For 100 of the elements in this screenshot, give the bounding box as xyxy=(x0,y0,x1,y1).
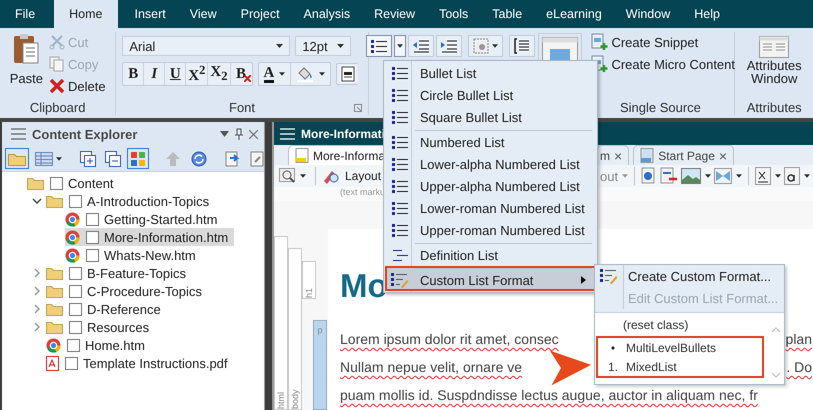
menu-item[interactable]: Circle Bullet List xyxy=(385,84,596,106)
expand-all-button[interactable] xyxy=(77,148,99,169)
menu-tab[interactable]: Help xyxy=(683,0,731,28)
menu-item[interactable]: Bullet List xyxy=(385,62,596,84)
image-icon[interactable] xyxy=(681,168,702,184)
menu-tab[interactable]: File xyxy=(4,0,46,28)
menu-tab[interactable]: Analysis xyxy=(292,0,362,28)
paragraph-text: plan xyxy=(786,331,812,347)
tree-item[interactable]: A-Introduction-Topics xyxy=(46,192,216,210)
color-grid-button[interactable] xyxy=(127,148,149,169)
close-button[interactable]: × xyxy=(614,148,622,164)
collapse-all-button[interactable] xyxy=(102,148,124,169)
close-icon[interactable] xyxy=(249,130,258,138)
structure-bar[interactable]: html xyxy=(274,236,288,410)
menu-item[interactable]: Upper-roman Numbered List xyxy=(385,219,596,241)
letter-icon[interactable] xyxy=(784,167,800,185)
caret-icon xyxy=(622,174,628,178)
outdent-button[interactable] xyxy=(408,35,434,57)
list-item[interactable]: (reset class) xyxy=(595,315,768,334)
tree-item[interactable]: Template Instructions.pdf xyxy=(46,354,234,372)
menu-tab[interactable]: Table xyxy=(481,0,534,28)
menu-tab[interactable]: Home xyxy=(54,0,118,28)
checkbox[interactable] xyxy=(69,302,82,316)
menu-tab[interactable]: Project xyxy=(230,0,291,28)
bowtie-icon[interactable] xyxy=(714,168,732,184)
variable-icon[interactable] xyxy=(755,167,772,185)
checkbox[interactable] xyxy=(65,356,78,370)
magnifier-icon xyxy=(279,168,297,184)
tree-item[interactable]: C-Procedure-Topics xyxy=(46,282,208,300)
layout-dropdown[interactable]: Layout xyxy=(345,169,385,183)
paragraph-button[interactable] xyxy=(336,63,358,85)
list-pencil-icon xyxy=(390,272,408,288)
checkbox[interactable] xyxy=(86,230,99,244)
pin-icon[interactable] xyxy=(235,128,243,140)
checkbox[interactable] xyxy=(86,212,99,226)
folder-icon xyxy=(46,320,63,334)
refresh-icon xyxy=(191,150,207,166)
block-button[interactable] xyxy=(509,35,536,57)
format-button[interactable]: B xyxy=(230,63,252,85)
tree-item[interactable]: More-Information.htm xyxy=(65,228,234,246)
tree-item[interactable]: Home.htm xyxy=(46,336,151,354)
list-item[interactable]: • MultiLevelBullets xyxy=(598,338,762,357)
menu-item[interactable]: Custom List Format xyxy=(385,266,596,291)
list-item[interactable]: 1. MixedList xyxy=(598,357,762,376)
dropdown-button[interactable] xyxy=(394,35,406,57)
menu-tab[interactable]: View xyxy=(178,0,228,28)
checkbox[interactable] xyxy=(69,266,82,280)
attributes-window-button[interactable]: Attributes Window xyxy=(740,32,808,85)
checkbox[interactable] xyxy=(50,176,63,190)
tree-item[interactable]: Getting-Started.htm xyxy=(65,210,224,228)
group-label: Clipboard xyxy=(30,100,86,115)
menu-item[interactable]: Lower-roman Numbered List xyxy=(385,197,596,219)
link-globe-icon[interactable] xyxy=(641,167,658,185)
checkbox[interactable] xyxy=(86,248,99,262)
menu-item[interactable]: Create Custom Format... xyxy=(595,265,784,287)
checkbox[interactable] xyxy=(69,284,82,298)
document-tab[interactable]: Start Page × xyxy=(633,145,734,165)
image-tool-button[interactable] xyxy=(468,35,504,57)
dropdown-icon[interactable] xyxy=(220,131,229,137)
ribbon-button[interactable]: Delete xyxy=(48,76,106,96)
checkbox[interactable] xyxy=(69,320,82,334)
tree-item[interactable]: Whats-New.htm xyxy=(65,246,202,264)
indent-button[interactable] xyxy=(436,35,462,57)
close-button[interactable]: × xyxy=(718,148,728,164)
menu-tab[interactable]: Window xyxy=(614,0,682,28)
folder-icon xyxy=(46,194,63,208)
paint-bucket-icon xyxy=(296,66,314,82)
checkbox[interactable] xyxy=(69,194,82,208)
document-tab[interactable]: m × xyxy=(597,145,630,165)
menu-item[interactable]: Upper-alpha Numbered List xyxy=(385,175,596,197)
structure-bar[interactable]: h1 xyxy=(302,261,316,299)
tree-item[interactable]: D-Reference xyxy=(46,300,167,318)
format-button[interactable]: I xyxy=(144,63,166,85)
bracket-list-icon xyxy=(514,38,530,54)
bullet-list-button[interactable] xyxy=(366,35,392,57)
format-button[interactable]: U xyxy=(165,63,186,85)
font-family-dropdown[interactable]: Arial xyxy=(122,36,290,56)
format-button[interactable]: X$^{2}$ xyxy=(186,63,208,85)
chevron-icon[interactable] xyxy=(32,196,42,206)
menu-tab[interactable]: Review xyxy=(363,0,426,28)
font-size-dropdown[interactable]: 12pt xyxy=(295,36,352,56)
menu-item[interactable]: Square Bullet List xyxy=(385,106,596,128)
tree-item[interactable]: Content xyxy=(27,174,120,192)
folder-view-button[interactable] xyxy=(5,148,29,169)
checkbox[interactable] xyxy=(67,338,80,352)
document-minus-icon[interactable] xyxy=(660,167,678,185)
menu-tab[interactable]: Tools xyxy=(428,0,480,28)
tree-item[interactable]: Resources xyxy=(46,318,156,336)
paragraph-text: Nullam nepue velit, ornare ve xyxy=(340,359,522,375)
list-icon xyxy=(392,201,408,215)
paste-button[interactable]: Paste xyxy=(10,32,43,96)
format-button[interactable]: X$_{2}$ xyxy=(208,63,230,85)
structure-bar[interactable]: body xyxy=(288,248,302,410)
menu-icon[interactable] xyxy=(11,128,26,140)
menu-tab[interactable]: eLearning xyxy=(535,0,613,28)
menu-tab[interactable]: Insert xyxy=(124,0,177,28)
format-button[interactable]: B xyxy=(123,63,144,85)
folder-icon xyxy=(27,176,44,190)
ribbon-button[interactable]: Create Snippet xyxy=(590,32,736,52)
tree-item[interactable]: B-Feature-Topics xyxy=(46,264,192,282)
